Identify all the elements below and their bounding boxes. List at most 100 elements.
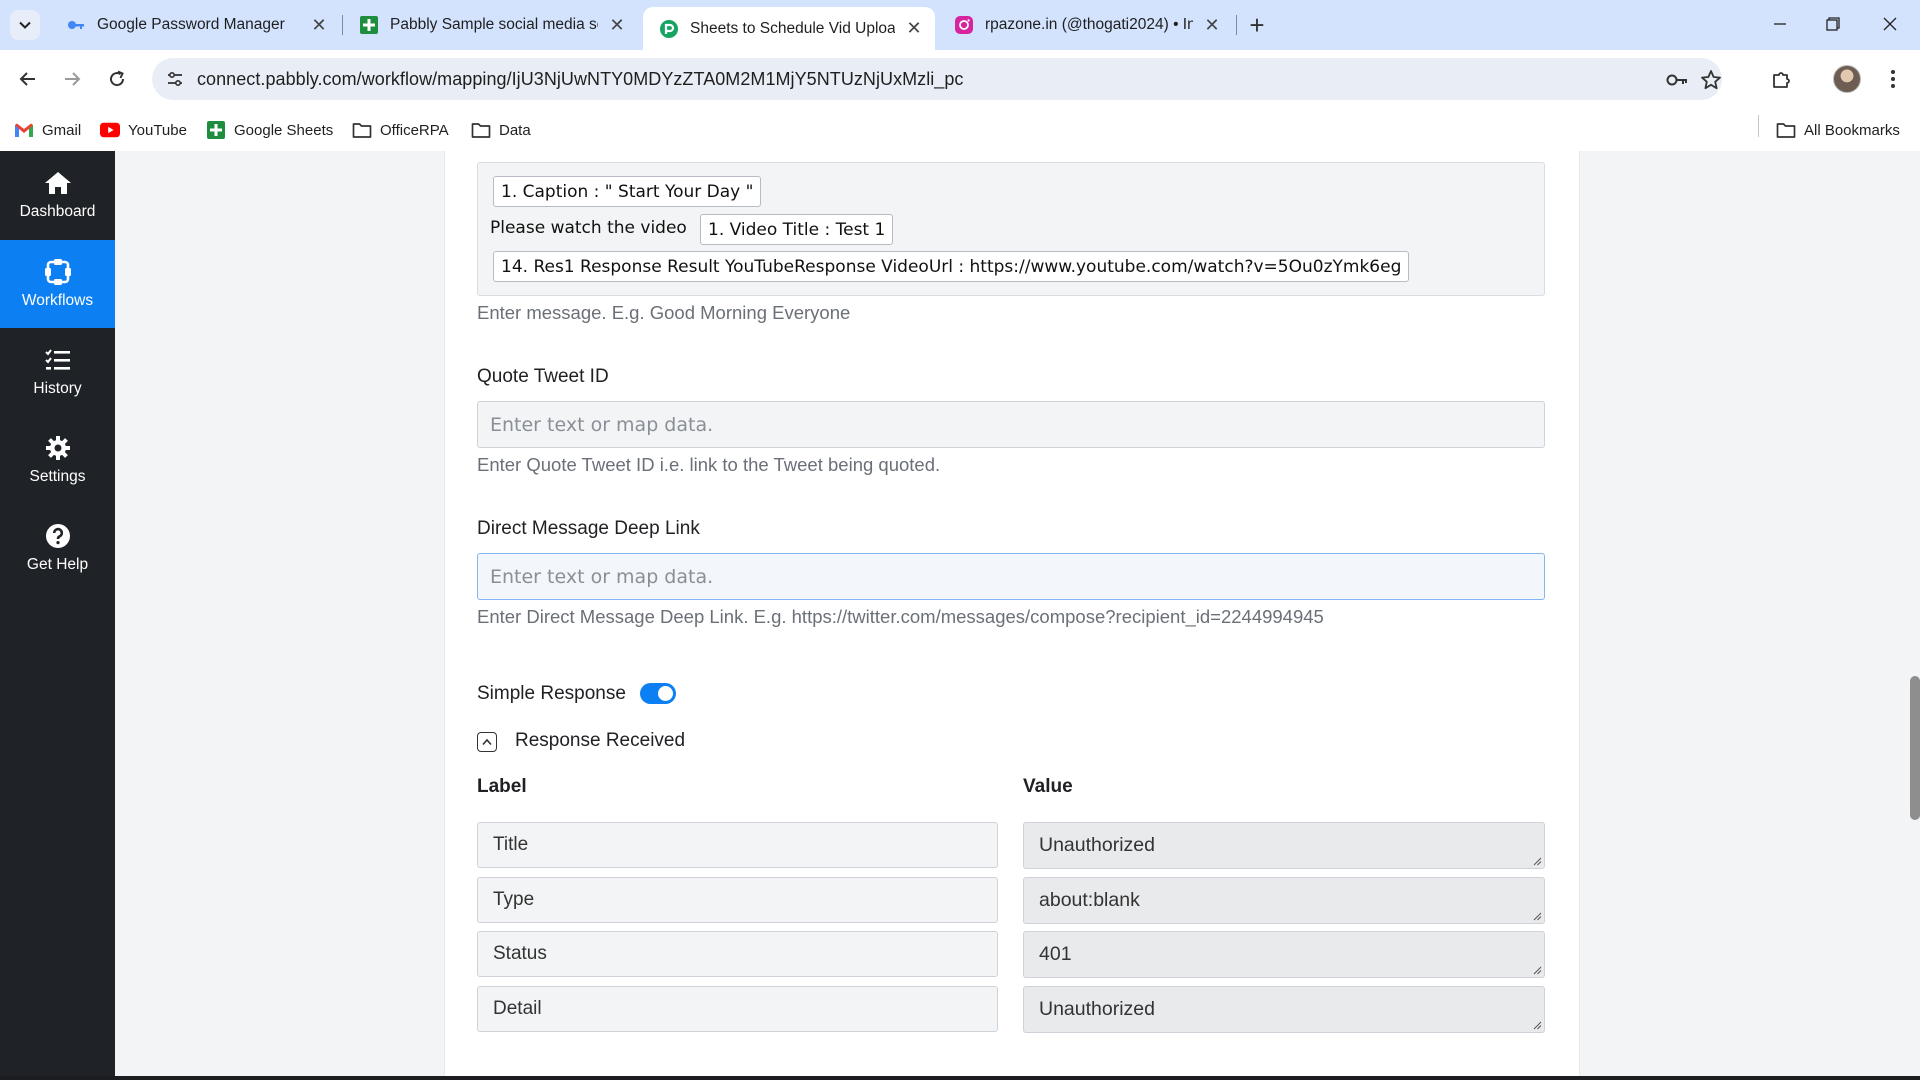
address-bar[interactable]: connect.pabbly.com/workflow/mapping/IjU3… <box>152 58 1722 100</box>
folder-icon <box>1776 120 1796 140</box>
tab-google-password-manager[interactable]: Google Password Manager ✕ <box>50 7 340 43</box>
response-value-text: Unauthorized <box>1039 998 1155 1020</box>
restore-button[interactable] <box>1810 8 1856 40</box>
pabbly-icon <box>659 19 679 39</box>
quote-tweet-id-input[interactable]: Enter text or map data. <box>477 401 1545 448</box>
password-key-icon[interactable] <box>1664 67 1690 93</box>
sidebar-item-label: Get Help <box>26 556 89 573</box>
close-window-button[interactable] <box>1867 8 1913 40</box>
response-value-field[interactable]: Unauthorized <box>1023 822 1545 869</box>
response-value-field[interactable]: about:blank <box>1023 877 1545 924</box>
bookmark-data[interactable]: Data <box>471 117 531 143</box>
instagram-icon <box>954 15 974 35</box>
browser-menu-button[interactable] <box>1876 62 1910 96</box>
dm-deep-link-label: Direct Message Deep Link <box>477 518 700 539</box>
response-value-text: Unauthorized <box>1039 834 1155 856</box>
bookmark-google-sheets[interactable]: Google Sheets <box>206 117 333 143</box>
folder-icon <box>471 120 491 140</box>
close-icon[interactable]: ✕ <box>903 18 925 40</box>
more-vert-icon <box>1891 70 1895 88</box>
profile-avatar[interactable] <box>1833 65 1861 93</box>
sidebar-item-label: Workflows <box>21 292 94 309</box>
resize-grip-icon[interactable] <box>1532 911 1542 921</box>
chevron-down-icon <box>19 21 31 29</box>
resize-grip-icon[interactable] <box>1532 856 1542 866</box>
gear-icon <box>44 434 72 462</box>
bookmark-officerpa[interactable]: OfficeRPA <box>352 117 449 143</box>
tab-sheets-to-schedule[interactable]: Sheets to Schedule Vid Upload ✕ <box>643 7 935 50</box>
minimize-button[interactable] <box>1757 8 1803 40</box>
forward-button[interactable] <box>55 62 89 96</box>
response-label-field[interactable]: Status <box>477 931 998 977</box>
tab-title: Sheets to Schedule Vid Upload <box>690 19 895 37</box>
new-tab-button[interactable]: + <box>1242 10 1272 40</box>
mapping-form-panel: 1. Caption : " Start Your Day " Please w… <box>444 151 1580 1080</box>
bookmark-label: YouTube <box>128 121 187 139</box>
response-label-field[interactable]: Title <box>477 822 998 868</box>
mapped-chip-video-title[interactable]: 1. Video Title : Test 1 <box>700 214 894 245</box>
tab-title: rpazone.in (@thogati2024) • Ins <box>985 16 1193 33</box>
puzzle-icon <box>1773 72 1790 88</box>
browser-tab-strip: Google Password Manager ✕ Pabbly Sample … <box>0 0 1920 50</box>
simple-response-label: Simple Response <box>477 683 626 704</box>
reload-button[interactable] <box>100 62 134 96</box>
bookmark-label: Gmail <box>42 121 82 139</box>
youtube-icon <box>100 120 120 140</box>
tab-search-button[interactable] <box>10 10 40 40</box>
response-value-field[interactable]: 401 <box>1023 931 1545 978</box>
home-icon <box>44 169 72 197</box>
mapped-chip-caption[interactable]: 1. Caption : " Start Your Day " <box>493 176 762 207</box>
site-info-button[interactable] <box>160 64 190 94</box>
chevron-up-icon <box>482 738 492 746</box>
page-scrollbar-thumb[interactable] <box>1910 676 1920 820</box>
response-label-field[interactable]: Detail <box>477 986 998 1032</box>
url-text[interactable]: connect.pabbly.com/workflow/mapping/IjU3… <box>197 69 963 90</box>
all-bookmarks[interactable]: All Bookmarks <box>1776 117 1900 143</box>
bookmark-label: All Bookmarks <box>1804 121 1900 139</box>
mapped-chip-video-url[interactable]: 14. Res1 Response Result YouTubeResponse… <box>493 251 1410 282</box>
close-icon[interactable]: ✕ <box>606 14 628 36</box>
sidebar-item-label: Dashboard <box>19 203 96 220</box>
tab-title: Pabbly Sample social media sch <box>390 16 598 33</box>
response-received-title: Response Received <box>515 730 686 751</box>
bookmarks-divider <box>1758 115 1759 137</box>
restore-icon <box>1826 17 1840 31</box>
bookmark-star-icon[interactable] <box>1698 67 1724 93</box>
collapse-response-button[interactable] <box>477 732 497 752</box>
sidebar-item-dashboard[interactable]: Dashboard <box>0 151 115 239</box>
close-icon <box>1883 17 1897 31</box>
sidebar-item-label: History <box>33 380 82 397</box>
sheets-icon <box>206 120 226 140</box>
tab-pabbly-sample[interactable]: Pabbly Sample social media sch ✕ <box>343 7 638 43</box>
sidebar-item-get-help[interactable]: Get Help <box>0 504 115 592</box>
minimize-icon <box>1774 23 1786 25</box>
screen-bottom-edge <box>0 1076 1920 1080</box>
response-label-field[interactable]: Type <box>477 877 998 923</box>
message-field[interactable]: 1. Caption : " Start Your Day " Please w… <box>477 162 1545 296</box>
resize-grip-icon[interactable] <box>1532 1020 1542 1030</box>
bookmark-label: OfficeRPA <box>380 121 449 139</box>
simple-response-toggle[interactable] <box>640 683 676 704</box>
extensions-button[interactable] <box>1765 62 1799 96</box>
workflow-icon <box>44 258 72 286</box>
resize-grip-icon[interactable] <box>1532 965 1542 975</box>
sidebar-item-history[interactable]: History <box>0 328 115 416</box>
back-button[interactable] <box>11 62 45 96</box>
sidebar: Dashboard Workflows History Settings Get… <box>0 151 115 1080</box>
close-icon[interactable]: ✕ <box>308 14 330 36</box>
dm-deep-link-input[interactable]: Enter text or map data. <box>477 553 1545 600</box>
tab-title: Google Password Manager <box>97 16 285 33</box>
bookmark-gmail[interactable]: Gmail <box>14 117 81 143</box>
dm-deep-link-help: Enter Direct Message Deep Link. E.g. htt… <box>477 606 1324 627</box>
response-value-field[interactable]: Unauthorized <box>1023 986 1545 1033</box>
sidebar-item-settings[interactable]: Settings <box>0 416 115 504</box>
tab-separator <box>1236 15 1237 35</box>
bookmark-label: Google Sheets <box>234 121 334 139</box>
folder-icon <box>352 120 372 140</box>
close-icon[interactable]: ✕ <box>1201 14 1223 36</box>
tab-instagram[interactable]: rpazone.in (@thogati2024) • Ins ✕ <box>938 7 1233 43</box>
bookmark-youtube[interactable]: YouTube <box>100 117 187 143</box>
label-column-header: Label <box>477 776 527 797</box>
sidebar-item-workflows[interactable]: Workflows <box>0 240 115 328</box>
help-icon <box>44 522 72 550</box>
